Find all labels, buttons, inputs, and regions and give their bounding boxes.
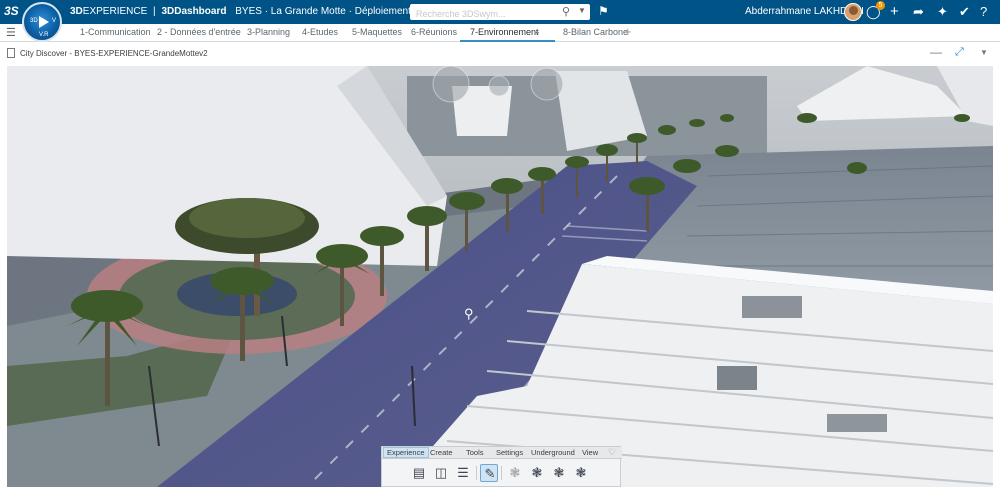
molecule-tool-2[interactable]: ❃ bbox=[528, 464, 546, 482]
brand-prefix: 3D bbox=[70, 6, 83, 17]
tab-bilan-carbone[interactable]: 8-Bilan Carbone bbox=[563, 27, 628, 37]
tab-chevron-down-icon[interactable]: ⌄ bbox=[534, 27, 541, 36]
ab-tab-experience[interactable]: Experience bbox=[383, 447, 429, 458]
molecule-icon: ❃ bbox=[531, 465, 543, 480]
search-box[interactable]: ⚲ ▼ bbox=[410, 4, 590, 22]
play-icon bbox=[39, 16, 49, 28]
search-input[interactable] bbox=[410, 6, 560, 22]
ab-tab-underground[interactable]: Underground bbox=[531, 448, 575, 457]
document-tool[interactable]: ▤ bbox=[410, 464, 428, 482]
tab-communication[interactable]: 1-Communication bbox=[80, 27, 151, 37]
action-bar-tools: ▤ ◫ ☰ ✎ ❃ ❃ ❃ ❃ bbox=[382, 460, 622, 487]
compass-icon[interactable]: 3D V V.R bbox=[22, 2, 62, 42]
molecule-icon: ❃ bbox=[509, 465, 521, 480]
tab-planning[interactable]: 3-Planning bbox=[247, 27, 290, 37]
menu-icon[interactable]: ☰ bbox=[6, 26, 16, 39]
widget-title: City Discover - BYES-EXPERIENCE-GrandeMo… bbox=[20, 49, 208, 58]
action-bar: Experience Create Tools Settings Undergr… bbox=[381, 446, 622, 487]
molecule-icon: ❃ bbox=[575, 465, 587, 480]
3d-viewport[interactable]: ⚲ bbox=[7, 66, 993, 487]
tab-maquettes[interactable]: 5-Maquettes bbox=[352, 27, 402, 37]
image-icon: ◫ bbox=[434, 465, 448, 480]
pencil-icon: ✎ bbox=[484, 466, 496, 481]
molecule-tool-1[interactable]: ❃ bbox=[506, 464, 524, 482]
widget-header: City Discover - BYES-EXPERIENCE-GrandeMo… bbox=[0, 42, 1000, 64]
compass-label-vr: V.R bbox=[39, 32, 49, 38]
image-tool[interactable]: ◫ bbox=[432, 464, 450, 482]
pencil-tool[interactable]: ✎ bbox=[480, 464, 498, 482]
compass-label-3d: 3D bbox=[30, 18, 38, 24]
brand-separator: | bbox=[153, 6, 156, 17]
notification-badge: 5 bbox=[876, 1, 885, 10]
add-tab-icon[interactable]: + bbox=[624, 24, 632, 39]
widget-menu-chevron-icon[interactable]: ▼ bbox=[980, 48, 988, 57]
minimize-icon[interactable]: — bbox=[930, 45, 942, 59]
molecule-icon: ❃ bbox=[553, 465, 565, 480]
tag-icon[interactable]: ⚑ bbox=[598, 4, 609, 18]
network-icon[interactable]: ✦ bbox=[937, 4, 948, 20]
brand-experience: EXPERIENCE bbox=[82, 6, 148, 17]
document-icon: ▤ bbox=[412, 465, 426, 480]
app-name: 3DDashboard bbox=[161, 6, 227, 17]
dashboard-context: BYES · La Grande Motte · Déploiement bbox=[235, 6, 411, 17]
top-bar: 3S 3D V V.R 3DEXPERIENCE | 3DDashboard B… bbox=[0, 0, 1000, 42]
compass-label-v: V bbox=[52, 18, 57, 24]
ab-tab-settings[interactable]: Settings bbox=[496, 448, 523, 457]
cursor-magnifier-icon: ⚲ bbox=[464, 306, 474, 321]
search-chevron-icon[interactable]: ▼ bbox=[578, 6, 586, 15]
tool-divider bbox=[501, 466, 502, 480]
app-brand[interactable]: 3DEXPERIENCE | 3DDashboard BYES · La Gra… bbox=[70, 6, 426, 17]
maximize-icon[interactable]: ⤢ bbox=[955, 46, 964, 59]
dashboard-tab-bar: ☰ 1-Communication 2 - Données d'entrée 3… bbox=[0, 24, 1000, 42]
ab-tab-view[interactable]: View bbox=[582, 448, 598, 457]
ds-logo-icon: 3S bbox=[4, 4, 19, 18]
tab-reunions[interactable]: 6-Réunions bbox=[411, 27, 457, 37]
city-scene bbox=[7, 66, 993, 487]
tab-etudes[interactable]: 4-Etudes bbox=[302, 27, 338, 37]
action-bar-tabs: Experience Create Tools Settings Undergr… bbox=[382, 447, 622, 459]
tab-donnees-entree[interactable]: 2 - Données d'entrée bbox=[157, 27, 241, 37]
share-icon[interactable]: ➦ bbox=[913, 4, 924, 20]
list-tool[interactable]: ☰ bbox=[454, 464, 472, 482]
help-icon[interactable]: ? bbox=[980, 4, 987, 20]
molecule-tool-4[interactable]: ❃ bbox=[572, 464, 590, 482]
favorite-icon[interactable]: ♡ bbox=[608, 447, 616, 458]
widget-document-icon bbox=[7, 48, 15, 58]
tab-environnement[interactable]: 7-Environnement bbox=[470, 27, 539, 37]
tool-divider bbox=[476, 466, 477, 480]
tools-icon[interactable]: ✔ bbox=[959, 4, 970, 20]
search-icon[interactable]: ⚲ bbox=[562, 5, 570, 18]
list-icon: ☰ bbox=[457, 465, 469, 480]
ab-tab-create[interactable]: Create bbox=[430, 448, 453, 457]
add-icon[interactable]: + bbox=[890, 4, 899, 20]
avatar[interactable] bbox=[844, 3, 862, 21]
ab-tab-tools[interactable]: Tools bbox=[466, 448, 484, 457]
molecule-tool-3[interactable]: ❃ bbox=[550, 464, 568, 482]
